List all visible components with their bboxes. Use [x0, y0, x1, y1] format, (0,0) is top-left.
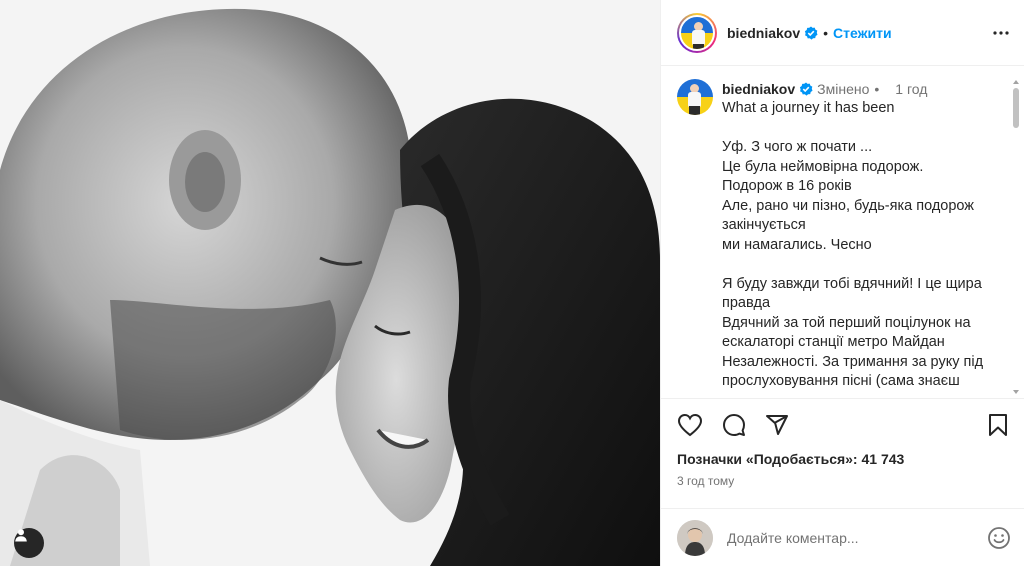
send-icon: [766, 415, 788, 435]
post-side-panel: biedniakov • Стежити biedniakov Змінено …: [660, 0, 1024, 566]
comments-section[interactable]: biedniakov Змінено • 1 год What a journe…: [661, 67, 1024, 397]
comment-icon: [723, 414, 745, 436]
comment-input[interactable]: [727, 529, 981, 546]
scroll-up-arrow-icon[interactable]: [1012, 78, 1020, 86]
bookmark-icon: [989, 414, 1007, 436]
current-user-avatar: [677, 519, 713, 556]
caption: biedniakov Змінено • 1 год What a journe…: [677, 79, 1003, 392]
caption-time[interactable]: 1 год: [895, 81, 927, 97]
header-separator: •: [823, 24, 829, 41]
post-date[interactable]: 3 год тому: [677, 474, 734, 488]
follow-button[interactable]: Стежити: [833, 25, 892, 41]
emoji-button[interactable]: [987, 526, 1011, 550]
like-button[interactable]: [677, 413, 703, 442]
post-photo[interactable]: [0, 0, 660, 566]
verified-badge-icon: [804, 26, 818, 40]
comment-button[interactable]: [722, 413, 746, 442]
more-options-button[interactable]: [992, 24, 1010, 47]
share-button[interactable]: [765, 413, 789, 442]
verified-badge-icon: [799, 82, 813, 96]
heart-icon: [677, 413, 703, 437]
caption-text: What a journey it has been Уф. З чого ж …: [722, 100, 984, 389]
more-horizontal-icon: [993, 31, 1009, 35]
caption-separator: •: [874, 81, 880, 97]
tagged-users-button[interactable]: [14, 528, 44, 558]
post-image: [0, 0, 660, 566]
scrollbar-thumb[interactable]: [1013, 88, 1019, 128]
comments-scrollbar[interactable]: [1012, 78, 1020, 396]
user-icon: [15, 529, 27, 542]
smiley-icon: [988, 526, 1010, 549]
post-header: biedniakov • Стежити: [661, 0, 1024, 66]
likes-count[interactable]: Позначки «Подобається»: 41 743: [677, 451, 904, 467]
scroll-down-arrow-icon[interactable]: [1012, 388, 1020, 396]
add-comment-bar: [661, 508, 1024, 566]
author-username[interactable]: biedniakov: [727, 25, 800, 41]
caption-username[interactable]: biedniakov: [722, 81, 795, 97]
edited-label: Змінено: [817, 81, 870, 97]
save-button[interactable]: [987, 413, 1009, 442]
caption-author-avatar[interactable]: [677, 79, 713, 115]
author-avatar[interactable]: [677, 12, 717, 53]
